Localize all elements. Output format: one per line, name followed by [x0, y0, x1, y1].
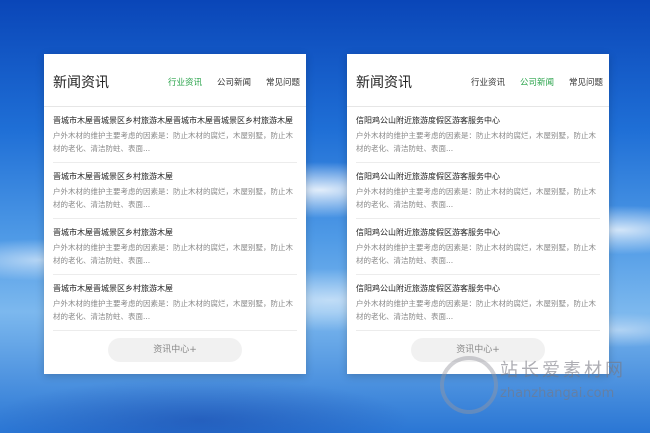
tab-faq[interactable]: 常见问题 — [569, 76, 603, 88]
news-item[interactable]: 晋城市木屋晋城景区乡村旅游木屋 户外木材的维护主要考虑的因素是：防止木材的腐烂，… — [53, 275, 297, 331]
news-item-desc: 户外木材的维护主要考虑的因素是：防止木材的腐烂，木屋别墅，防止木材的老化、清洁防… — [53, 131, 293, 153]
news-item-title[interactable]: 晋城市木屋晋城景区乡村旅游木屋晋城市木屋晋城景区乡村旅游木屋 — [53, 115, 297, 126]
news-item-desc: 户外木材的维护主要考虑的因素是：防止木材的腐烂，木屋别墅，防止木材的老化、清洁防… — [53, 243, 293, 265]
panel-title: 新闻资讯 — [53, 75, 109, 91]
news-item[interactable]: 信阳鸡公山附近旅游度假区游客服务中心 户外木材的维护主要考虑的因素是：防止木材的… — [356, 163, 600, 219]
news-item-title[interactable]: 信阳鸡公山附近旅游度假区游客服务中心 — [356, 171, 600, 182]
site-watermark: 站长爱素材网 zhanzhangai.com — [440, 352, 640, 414]
news-panel-left: 新闻资讯 行业资讯 公司新闻 常见问题 晋城市木屋晋城景区乡村旅游木屋晋城市木屋… — [44, 54, 306, 374]
watermark-title: 站长爱素材网 — [500, 360, 626, 381]
news-item-desc: 户外木材的维护主要考虑的因素是：防止木材的腐烂，木屋别墅，防止木材的老化、清洁防… — [53, 299, 293, 321]
news-item-title[interactable]: 信阳鸡公山附近旅游度假区游客服务中心 — [356, 115, 600, 126]
news-item[interactable]: 晋城市木屋晋城景区乡村旅游木屋 户外木材的维护主要考虑的因素是：防止木材的腐烂，… — [53, 163, 297, 219]
news-panel-right: 新闻资讯 行业资讯 公司新闻 常见问题 信阳鸡公山附近旅游度假区游客服务中心 户… — [347, 54, 609, 374]
news-item-desc: 户外木材的维护主要考虑的因素是：防止木材的腐烂，木屋别墅，防止木材的老化、清洁防… — [356, 243, 596, 265]
news-item-desc: 户外木材的维护主要考虑的因素是：防止木材的腐烂，木屋别墅，防止木材的老化、清洁防… — [53, 187, 293, 209]
news-item-title[interactable]: 信阳鸡公山附近旅游度假区游客服务中心 — [356, 227, 600, 238]
news-list: 晋城市木屋晋城景区乡村旅游木屋晋城市木屋晋城景区乡村旅游木屋 户外木材的维护主要… — [44, 107, 306, 331]
news-item-title[interactable]: 晋城市木屋晋城景区乡村旅游木屋 — [53, 283, 297, 294]
news-item-title[interactable]: 晋城市木屋晋城景区乡村旅游木屋 — [53, 227, 297, 238]
news-item-desc: 户外木材的维护主要考虑的因素是：防止木材的腐烂，木屋别墅，防止木材的老化、清洁防… — [356, 299, 596, 321]
panel-header: 新闻资讯 行业资讯 公司新闻 常见问题 — [44, 54, 306, 107]
watermark-url: zhanzhangai.com — [500, 386, 615, 401]
tab-bar: 行业资讯 公司新闻 常见问题 — [456, 76, 603, 88]
tab-faq[interactable]: 常见问题 — [266, 76, 300, 88]
panel-header: 新闻资讯 行业资讯 公司新闻 常见问题 — [347, 54, 609, 107]
news-list: 信阳鸡公山附近旅游度假区游客服务中心 户外木材的维护主要考虑的因素是：防止木材的… — [347, 107, 609, 331]
watermark-logo-icon — [440, 356, 498, 414]
tab-industry-news[interactable]: 行业资讯 — [168, 76, 202, 88]
tab-company-news[interactable]: 公司新闻 — [520, 76, 554, 88]
tab-industry-news[interactable]: 行业资讯 — [471, 76, 505, 88]
news-item-title[interactable]: 晋城市木屋晋城景区乡村旅游木屋 — [53, 171, 297, 182]
news-center-button[interactable]: 资讯中心+ — [108, 338, 242, 362]
tab-company-news[interactable]: 公司新闻 — [217, 76, 251, 88]
news-item-desc: 户外木材的维护主要考虑的因素是：防止木材的腐烂，木屋别墅，防止木材的老化、清洁防… — [356, 131, 596, 153]
news-item[interactable]: 信阳鸡公山附近旅游度假区游客服务中心 户外木材的维护主要考虑的因素是：防止木材的… — [356, 275, 600, 331]
panel-title: 新闻资讯 — [356, 75, 412, 91]
news-item-desc: 户外木材的维护主要考虑的因素是：防止木材的腐烂，木屋别墅，防止木材的老化、清洁防… — [356, 187, 596, 209]
news-item[interactable]: 晋城市木屋晋城景区乡村旅游木屋 户外木材的维护主要考虑的因素是：防止木材的腐烂，… — [53, 219, 297, 275]
tab-bar: 行业资讯 公司新闻 常见问题 — [153, 76, 300, 88]
news-item-title[interactable]: 信阳鸡公山附近旅游度假区游客服务中心 — [356, 283, 600, 294]
news-item[interactable]: 信阳鸡公山附近旅游度假区游客服务中心 户外木材的维护主要考虑的因素是：防止木材的… — [356, 107, 600, 163]
news-item[interactable]: 晋城市木屋晋城景区乡村旅游木屋晋城市木屋晋城景区乡村旅游木屋 户外木材的维护主要… — [53, 107, 297, 163]
news-item[interactable]: 信阳鸡公山附近旅游度假区游客服务中心 户外木材的维护主要考虑的因素是：防止木材的… — [356, 219, 600, 275]
